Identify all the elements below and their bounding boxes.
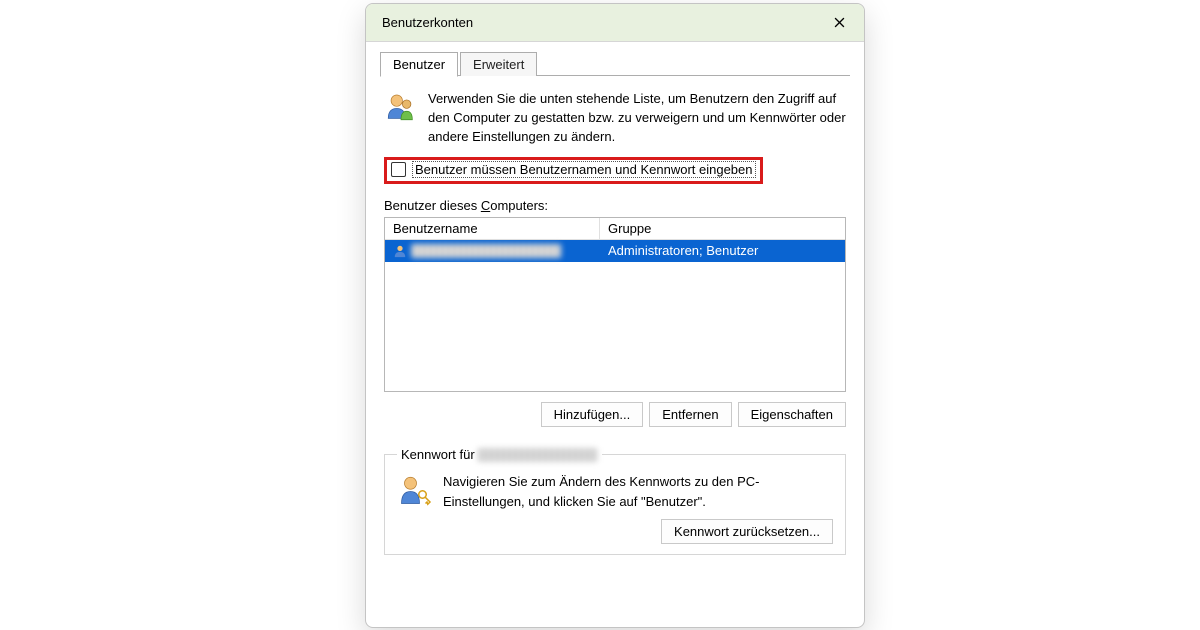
properties-button[interactable]: Eigenschaften [738, 402, 846, 427]
tab-advanced[interactable]: Erweitert [460, 52, 537, 76]
password-legend: Kennwort für [397, 447, 602, 463]
user-icon [393, 244, 407, 258]
intro-row: Verwenden Sie die unten stehende Liste, … [384, 90, 846, 147]
dialog-title: Benutzerkonten [382, 15, 473, 30]
require-login-label: Benutzer müssen Benutzernamen und Kennwo… [412, 161, 756, 178]
titlebar: Benutzerkonten [366, 4, 864, 42]
require-login-checkbox[interactable] [391, 162, 406, 177]
cell-username [385, 244, 600, 258]
user-listview[interactable]: Benutzername Gruppe Administratoren; Ben… [384, 217, 846, 392]
password-groupbox: Kennwort für Navigieren Sie zum Ändern d… [384, 447, 846, 556]
tab-body: Verwenden Sie die unten stehende Liste, … [366, 76, 864, 565]
userlist-label: Benutzer dieses Computers: [384, 198, 846, 213]
obscured-username [411, 244, 561, 258]
col-username[interactable]: Benutzername [385, 218, 600, 239]
obscured-username-legend [478, 448, 598, 462]
intro-text: Verwenden Sie die unten stehende Liste, … [428, 90, 846, 147]
close-icon [834, 17, 845, 28]
users-icon [384, 90, 418, 124]
remove-button[interactable]: Entfernen [649, 402, 731, 427]
userlist-buttons: Hinzufügen... Entfernen Eigenschaften [384, 402, 846, 427]
reset-password-button[interactable]: Kennwort zurücksetzen... [661, 519, 833, 544]
require-login-highlight: Benutzer müssen Benutzernamen und Kennwo… [384, 157, 763, 184]
user-accounts-dialog: Benutzerkonten Benutzer Erweitert Verwen… [365, 3, 865, 628]
add-button[interactable]: Hinzufügen... [541, 402, 644, 427]
table-row[interactable]: Administratoren; Benutzer [385, 240, 845, 262]
tab-user[interactable]: Benutzer [380, 52, 458, 77]
cell-group: Administratoren; Benutzer [600, 243, 845, 258]
tab-strip: Benutzer Erweitert [366, 42, 864, 76]
listview-header: Benutzername Gruppe [385, 218, 845, 240]
user-key-icon [397, 472, 433, 508]
col-group[interactable]: Gruppe [600, 218, 845, 239]
close-button[interactable] [826, 10, 852, 36]
password-text: Navigieren Sie zum Ändern des Kennworts … [443, 472, 833, 511]
